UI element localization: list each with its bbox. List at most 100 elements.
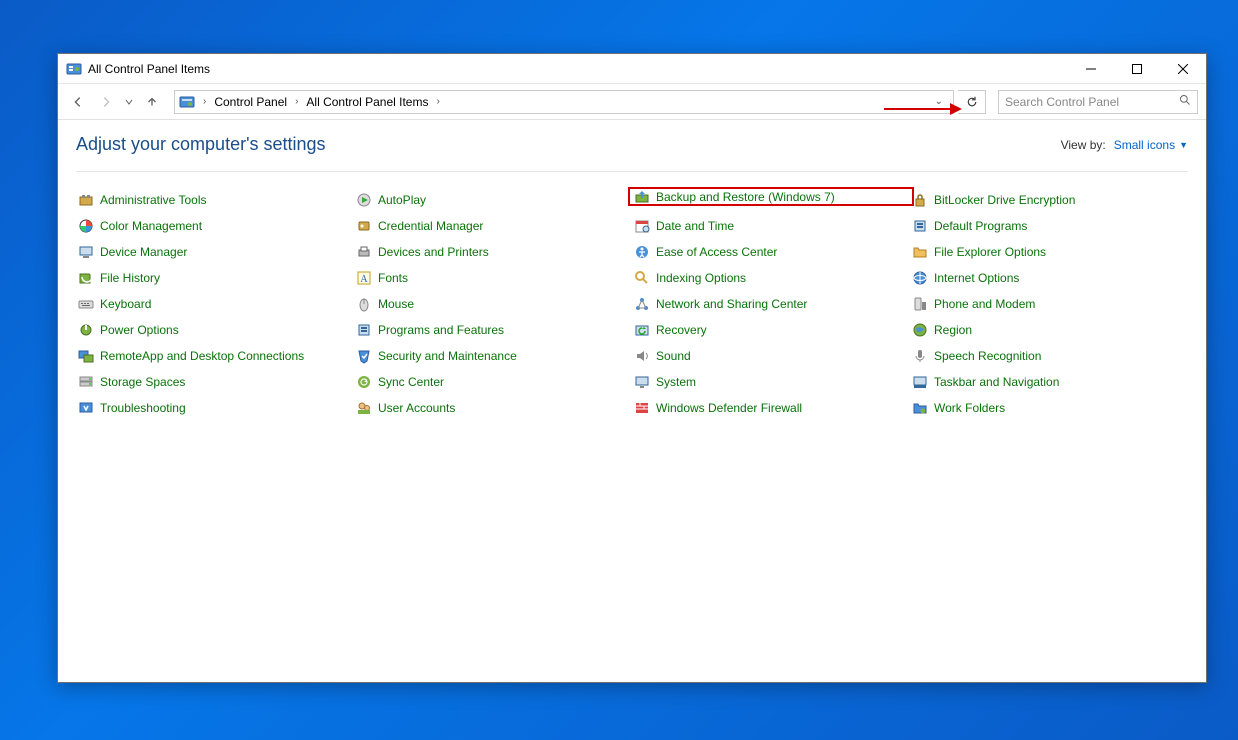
cp-item-internet-options[interactable]: Internet Options [910, 268, 1188, 287]
cp-item-icon [634, 296, 650, 312]
cp-item-taskbar-and-navigation[interactable]: Taskbar and Navigation [910, 372, 1188, 391]
recent-locations-dropdown[interactable] [122, 98, 136, 106]
cp-item-label: Work Folders [934, 401, 1005, 415]
cp-item-icon [634, 322, 650, 338]
cp-item-icon [912, 296, 928, 312]
cp-item-devices-and-printers[interactable]: Devices and Printers [354, 242, 632, 261]
cp-item-autoplay[interactable]: AutoPlay [354, 190, 632, 209]
cp-item-backup-and-restore-windows-7[interactable]: Backup and Restore (Windows 7) [628, 187, 914, 206]
cp-item-icon [356, 400, 372, 416]
cp-item-label: Device Manager [100, 245, 187, 259]
window-title: All Control Panel Items [88, 62, 210, 76]
cp-item-icon [78, 348, 94, 364]
cp-item-system[interactable]: System [632, 372, 910, 391]
cp-item-user-accounts[interactable]: User Accounts [354, 398, 632, 417]
cp-item-phone-and-modem[interactable]: Phone and Modem [910, 294, 1188, 313]
cp-item-label: File History [100, 271, 160, 285]
cp-item-color-management[interactable]: Color Management [76, 216, 354, 235]
cp-item-label: Speech Recognition [934, 349, 1041, 363]
cp-item-label: Mouse [378, 297, 414, 311]
cp-item-troubleshooting[interactable]: Troubleshooting [76, 398, 354, 417]
maximize-button[interactable] [1114, 54, 1160, 84]
svg-text:A: A [360, 274, 368, 285]
cp-item-label: Security and Maintenance [378, 349, 517, 363]
cp-item-mouse[interactable]: Mouse [354, 294, 632, 313]
cp-item-sound[interactable]: Sound [632, 346, 910, 365]
cp-item-speech-recognition[interactable]: Speech Recognition [910, 346, 1188, 365]
breadcrumb-dropdown-icon[interactable]: ⌄ [935, 96, 949, 107]
cp-item-credential-manager[interactable]: Credential Manager [354, 216, 632, 235]
cp-item-storage-spaces[interactable]: Storage Spaces [76, 372, 354, 391]
viewby-dropdown[interactable]: Small icons ▼ [1114, 138, 1188, 152]
cp-item-default-programs[interactable]: Default Programs [910, 216, 1188, 235]
cp-item-bitlocker-drive-encryption[interactable]: BitLocker Drive Encryption [910, 190, 1188, 209]
cp-item-icon [912, 374, 928, 390]
cp-item-label: Administrative Tools [100, 193, 207, 207]
cp-item-icon [634, 348, 650, 364]
viewby-label: View by: [1061, 138, 1106, 152]
back-button[interactable] [66, 90, 90, 114]
cp-item-remoteapp-and-desktop-connections[interactable]: RemoteApp and Desktop Connections [76, 346, 354, 365]
cp-item-label: Region [934, 323, 972, 337]
search-input[interactable] [1005, 95, 1179, 109]
cp-item-network-and-sharing-center[interactable]: Network and Sharing Center [632, 294, 910, 313]
cp-item-work-folders[interactable]: Work Folders [910, 398, 1188, 417]
cp-item-label: Keyboard [100, 297, 151, 311]
viewby-value: Small icons [1114, 138, 1175, 152]
cp-item-label: Recovery [656, 323, 707, 337]
cp-item-fonts[interactable]: A Fonts [354, 268, 632, 287]
close-button[interactable] [1160, 54, 1206, 84]
minimize-button[interactable] [1068, 54, 1114, 84]
cp-item-icon [634, 270, 650, 286]
cp-item-label: BitLocker Drive Encryption [934, 193, 1075, 207]
cp-item-security-and-maintenance[interactable]: Security and Maintenance [354, 346, 632, 365]
cp-item-windows-defender-firewall[interactable]: Windows Defender Firewall [632, 398, 910, 417]
cp-item-icon [912, 348, 928, 364]
breadcrumb-seg-control-panel[interactable]: Control Panel [210, 95, 291, 109]
cp-item-recovery[interactable]: Recovery [632, 320, 910, 339]
cp-item-sync-center[interactable]: Sync Center [354, 372, 632, 391]
cp-item-icon [356, 348, 372, 364]
cp-item-date-and-time[interactable]: Date and Time [632, 216, 910, 235]
cp-item-icon [912, 244, 928, 260]
cp-item-label: Fonts [378, 271, 408, 285]
breadcrumb[interactable]: › Control Panel › All Control Panel Item… [174, 90, 954, 114]
search-box[interactable] [998, 90, 1198, 114]
cp-item-ease-of-access-center[interactable]: Ease of Access Center [632, 242, 910, 261]
up-button[interactable] [140, 90, 164, 114]
cp-item-label: User Accounts [378, 401, 455, 415]
forward-button[interactable] [94, 90, 118, 114]
cp-item-icon [912, 218, 928, 234]
refresh-button[interactable] [958, 90, 986, 114]
cp-item-icon [356, 322, 372, 338]
cp-item-label: Ease of Access Center [656, 245, 777, 259]
cp-item-programs-and-features[interactable]: Programs and Features [354, 320, 632, 339]
cp-item-icon [634, 189, 650, 205]
cp-item-label: Troubleshooting [100, 401, 186, 415]
cp-item-label: Internet Options [934, 271, 1019, 285]
cp-item-device-manager[interactable]: Device Manager [76, 242, 354, 261]
cp-item-icon [78, 192, 94, 208]
cp-item-icon [634, 400, 650, 416]
cp-item-file-explorer-options[interactable]: File Explorer Options [910, 242, 1188, 261]
cp-item-file-history[interactable]: File History [76, 268, 354, 287]
cp-item-icon [78, 374, 94, 390]
cp-item-indexing-options[interactable]: Indexing Options [632, 268, 910, 287]
cp-item-region[interactable]: Region [910, 320, 1188, 339]
cp-item-administrative-tools[interactable]: Administrative Tools [76, 190, 354, 209]
cp-item-keyboard[interactable]: Keyboard [76, 294, 354, 313]
cp-item-icon [912, 270, 928, 286]
content-header: Adjust your computer's settings View by:… [76, 134, 1188, 172]
cp-item-label: Network and Sharing Center [656, 297, 807, 311]
cp-item-icon [78, 244, 94, 260]
cp-item-icon [356, 244, 372, 260]
cp-item-label: Windows Defender Firewall [656, 401, 802, 415]
cp-item-label: Storage Spaces [100, 375, 185, 389]
cp-item-icon [78, 218, 94, 234]
cp-item-icon [78, 322, 94, 338]
control-panel-icon [66, 61, 82, 77]
breadcrumb-seg-all-items[interactable]: All Control Panel Items [302, 95, 432, 109]
cp-item-icon [356, 192, 372, 208]
cp-item-power-options[interactable]: Power Options [76, 320, 354, 339]
cp-item-icon [912, 322, 928, 338]
